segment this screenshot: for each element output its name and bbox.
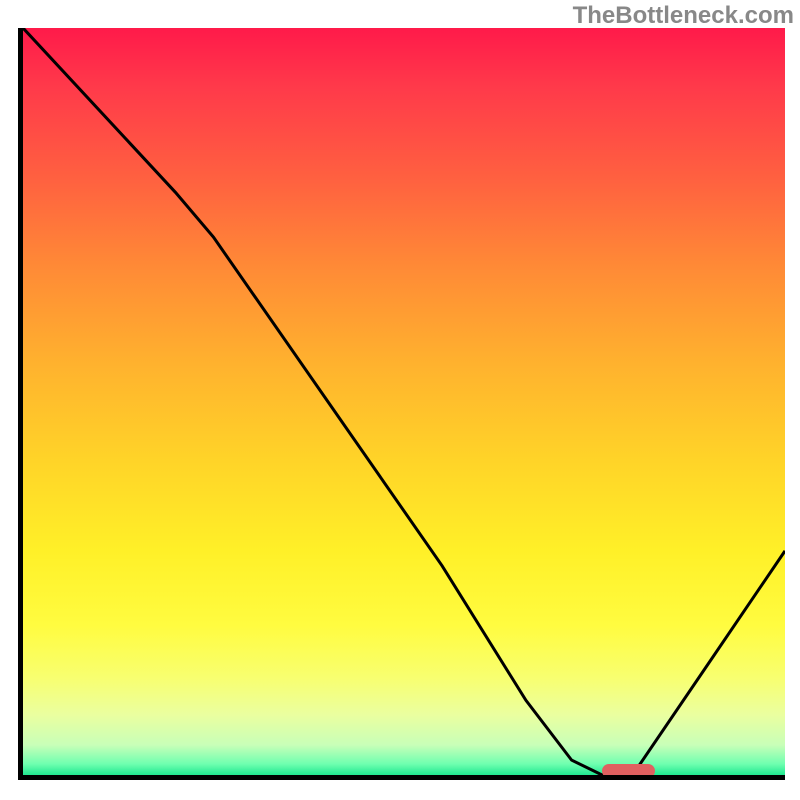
watermark-text: TheBottleneck.com: [573, 2, 794, 30]
optimal-marker: [602, 764, 655, 778]
plot-area: [18, 28, 785, 780]
bottleneck-curve-path: [23, 28, 785, 775]
curve-svg: [23, 28, 785, 775]
chart-container: TheBottleneck.com: [0, 0, 800, 800]
